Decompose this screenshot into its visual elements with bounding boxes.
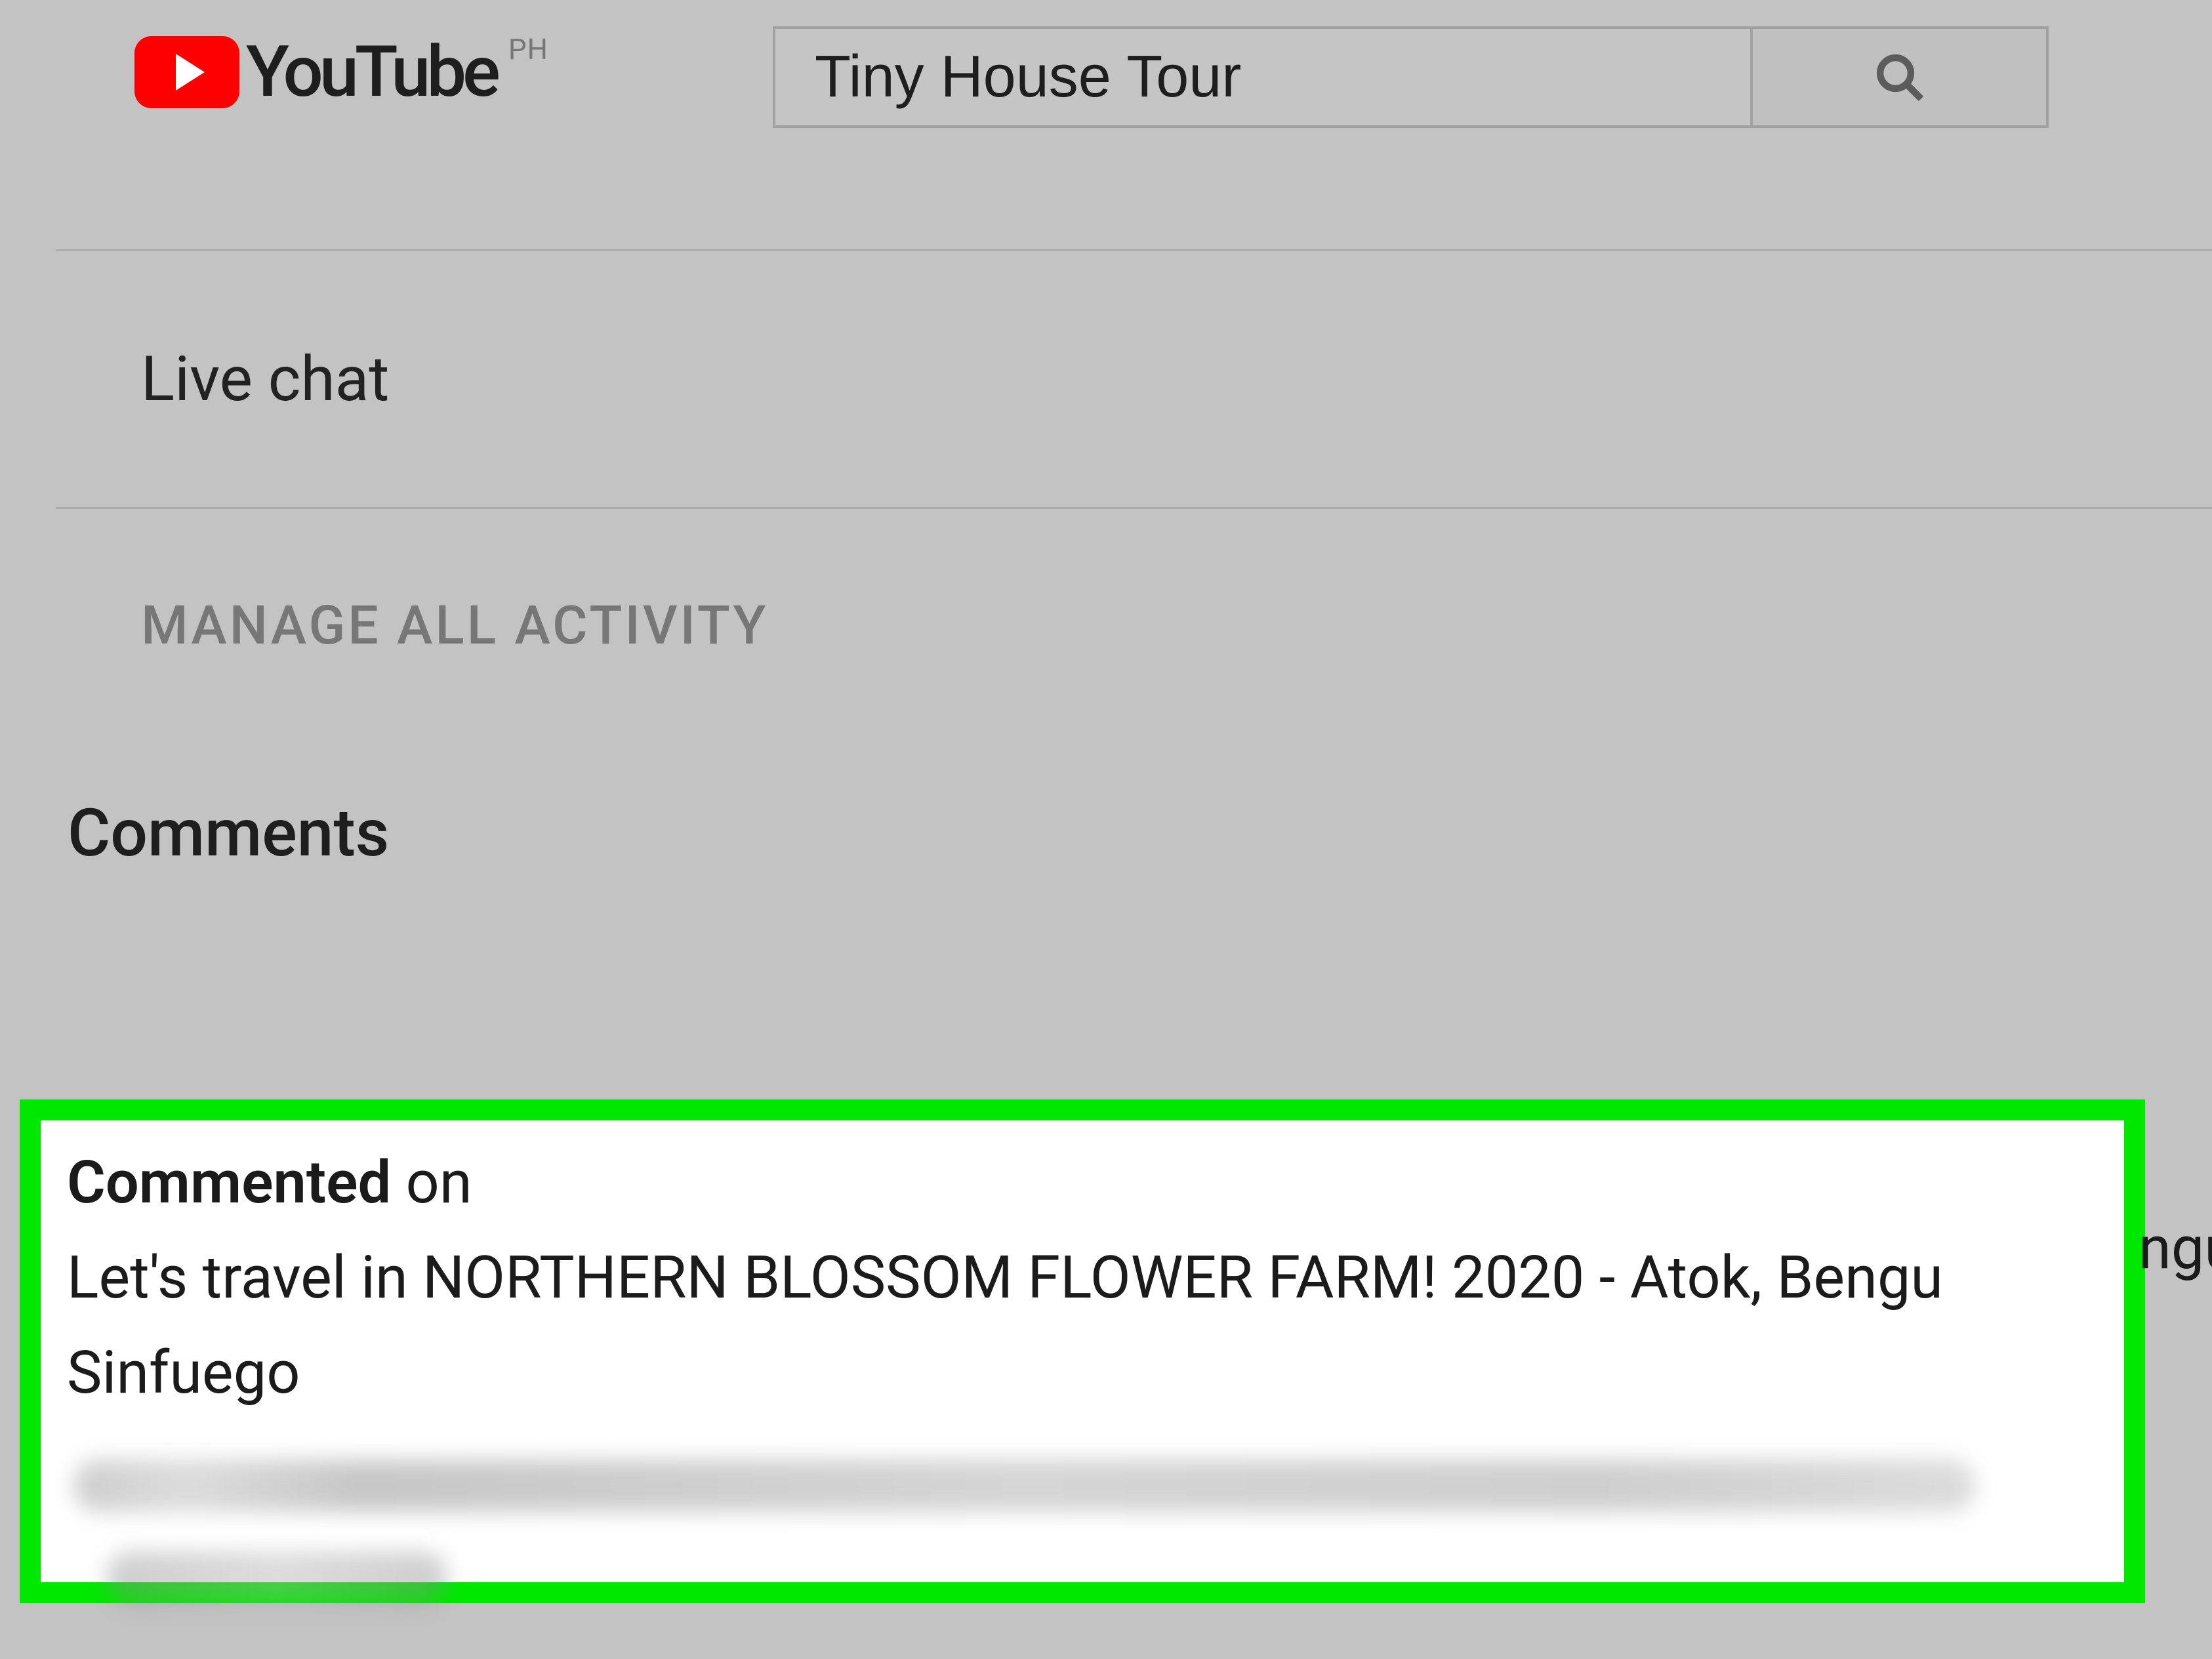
comment-video-title[interactable]: Let's travel in NORTHERN BLOSSOM FLOWER … [67,1230,2098,1325]
comment-channel-name[interactable]: Sinfuego [67,1325,2098,1420]
manage-all-activity-link[interactable]: MANAGE ALL ACTIVITY [56,509,2212,723]
youtube-play-icon [134,36,239,108]
manage-link-label: MANAGE ALL ACTIVITY [141,594,768,657]
search-button[interactable] [1750,26,2049,128]
comments-heading: Comments [56,723,2212,872]
comment-activity-card[interactable]: Commented on Let's travel in NORTHERN BL… [20,1099,2145,1603]
youtube-logo[interactable]: YouTube PH [134,36,548,108]
search-icon [1874,52,1925,103]
live-chat-label: Live chat [141,343,389,416]
live-chat-item[interactable]: Live chat [56,251,2212,507]
comment-body-blurred [67,1460,2098,1630]
search-input[interactable] [773,26,1750,128]
comment-video-title-overflow: ngu [2139,1200,2212,1296]
app-header: YouTube PH [0,0,2212,223]
comment-action-word: Commented [67,1148,391,1217]
comment-action-line: Commented on [67,1135,2098,1230]
comments-heading-text: Comments [68,795,389,872]
comment-action-suffix: on [391,1148,472,1217]
search-bar [773,26,2049,128]
youtube-wordmark: YouTube [246,36,497,108]
content-area: Live chat MANAGE ALL ACTIVITY Comments [56,249,2212,872]
country-code: PH [508,32,548,66]
